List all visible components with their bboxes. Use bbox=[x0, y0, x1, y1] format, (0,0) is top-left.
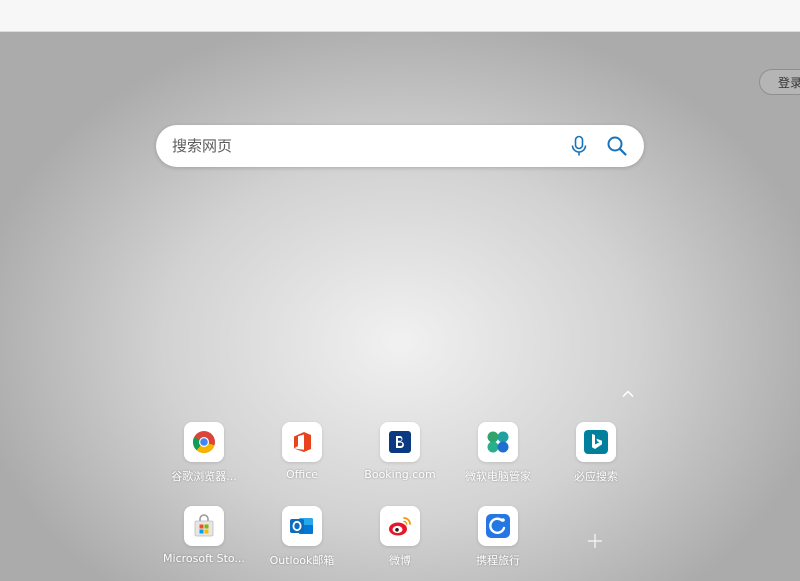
search-input[interactable] bbox=[170, 136, 556, 156]
browser-toolbar bbox=[0, 0, 800, 32]
weibo-icon bbox=[389, 517, 411, 536]
chevron-up-icon bbox=[622, 389, 634, 397]
booking-icon bbox=[389, 431, 411, 453]
search-icon bbox=[607, 136, 627, 156]
shortcut-tile-booking[interactable]: Booking.com bbox=[354, 422, 446, 492]
shortcut-tile-weibo[interactable]: 微博 bbox=[354, 506, 446, 576]
shortcut-tile-pc-manager[interactable]: 微软电脑管家 bbox=[452, 422, 544, 492]
tile-label: Booking.com bbox=[364, 468, 436, 481]
pc-manager-icon bbox=[487, 431, 509, 453]
microphone-icon bbox=[571, 135, 587, 156]
login-label: 登录 bbox=[778, 75, 800, 90]
shortcut-tile-microsoft-store[interactable]: Microsoft Sto... bbox=[158, 506, 250, 576]
plus-icon bbox=[588, 534, 602, 548]
new-tab-page: 登录 搜索网页 谷歌浏览器... Office Booking.com 微软电脑… bbox=[0, 32, 800, 581]
shortcut-tile-chrome[interactable]: 谷歌浏览器... bbox=[158, 422, 250, 492]
office-icon bbox=[294, 432, 311, 452]
add-shortcut-button[interactable] bbox=[584, 530, 606, 552]
search-button[interactable] bbox=[602, 131, 632, 161]
tile-label: 微博 bbox=[389, 554, 411, 567]
collapse-shortcuts-button[interactable] bbox=[620, 386, 636, 400]
bing-icon bbox=[584, 430, 608, 454]
shortcut-tile-ctrip[interactable]: 携程旅行 bbox=[452, 506, 544, 576]
shortcut-tile-bing[interactable]: 必应搜索 bbox=[550, 422, 642, 492]
outlook-icon bbox=[290, 518, 313, 534]
voice-search-button[interactable] bbox=[564, 131, 594, 161]
shortcut-tile-office[interactable]: Office bbox=[256, 422, 348, 492]
tile-label: Microsoft Sto... bbox=[163, 552, 245, 565]
chrome-icon bbox=[193, 431, 215, 454]
tile-label: Outlook邮箱 bbox=[269, 554, 335, 567]
login-button[interactable]: 登录 bbox=[759, 69, 800, 95]
tile-label: 携程旅行 bbox=[476, 554, 520, 567]
microsoft-store-icon bbox=[194, 514, 214, 537]
tile-label: 必应搜索 bbox=[574, 470, 618, 483]
shortcut-tile-outlook[interactable]: Outlook邮箱 bbox=[256, 506, 348, 576]
ctrip-icon bbox=[486, 514, 510, 538]
tile-label: Office bbox=[285, 468, 319, 481]
search-box[interactable] bbox=[156, 125, 644, 167]
tile-label: 谷歌浏览器... bbox=[171, 470, 237, 483]
tile-label: 微软电脑管家 bbox=[465, 470, 531, 483]
